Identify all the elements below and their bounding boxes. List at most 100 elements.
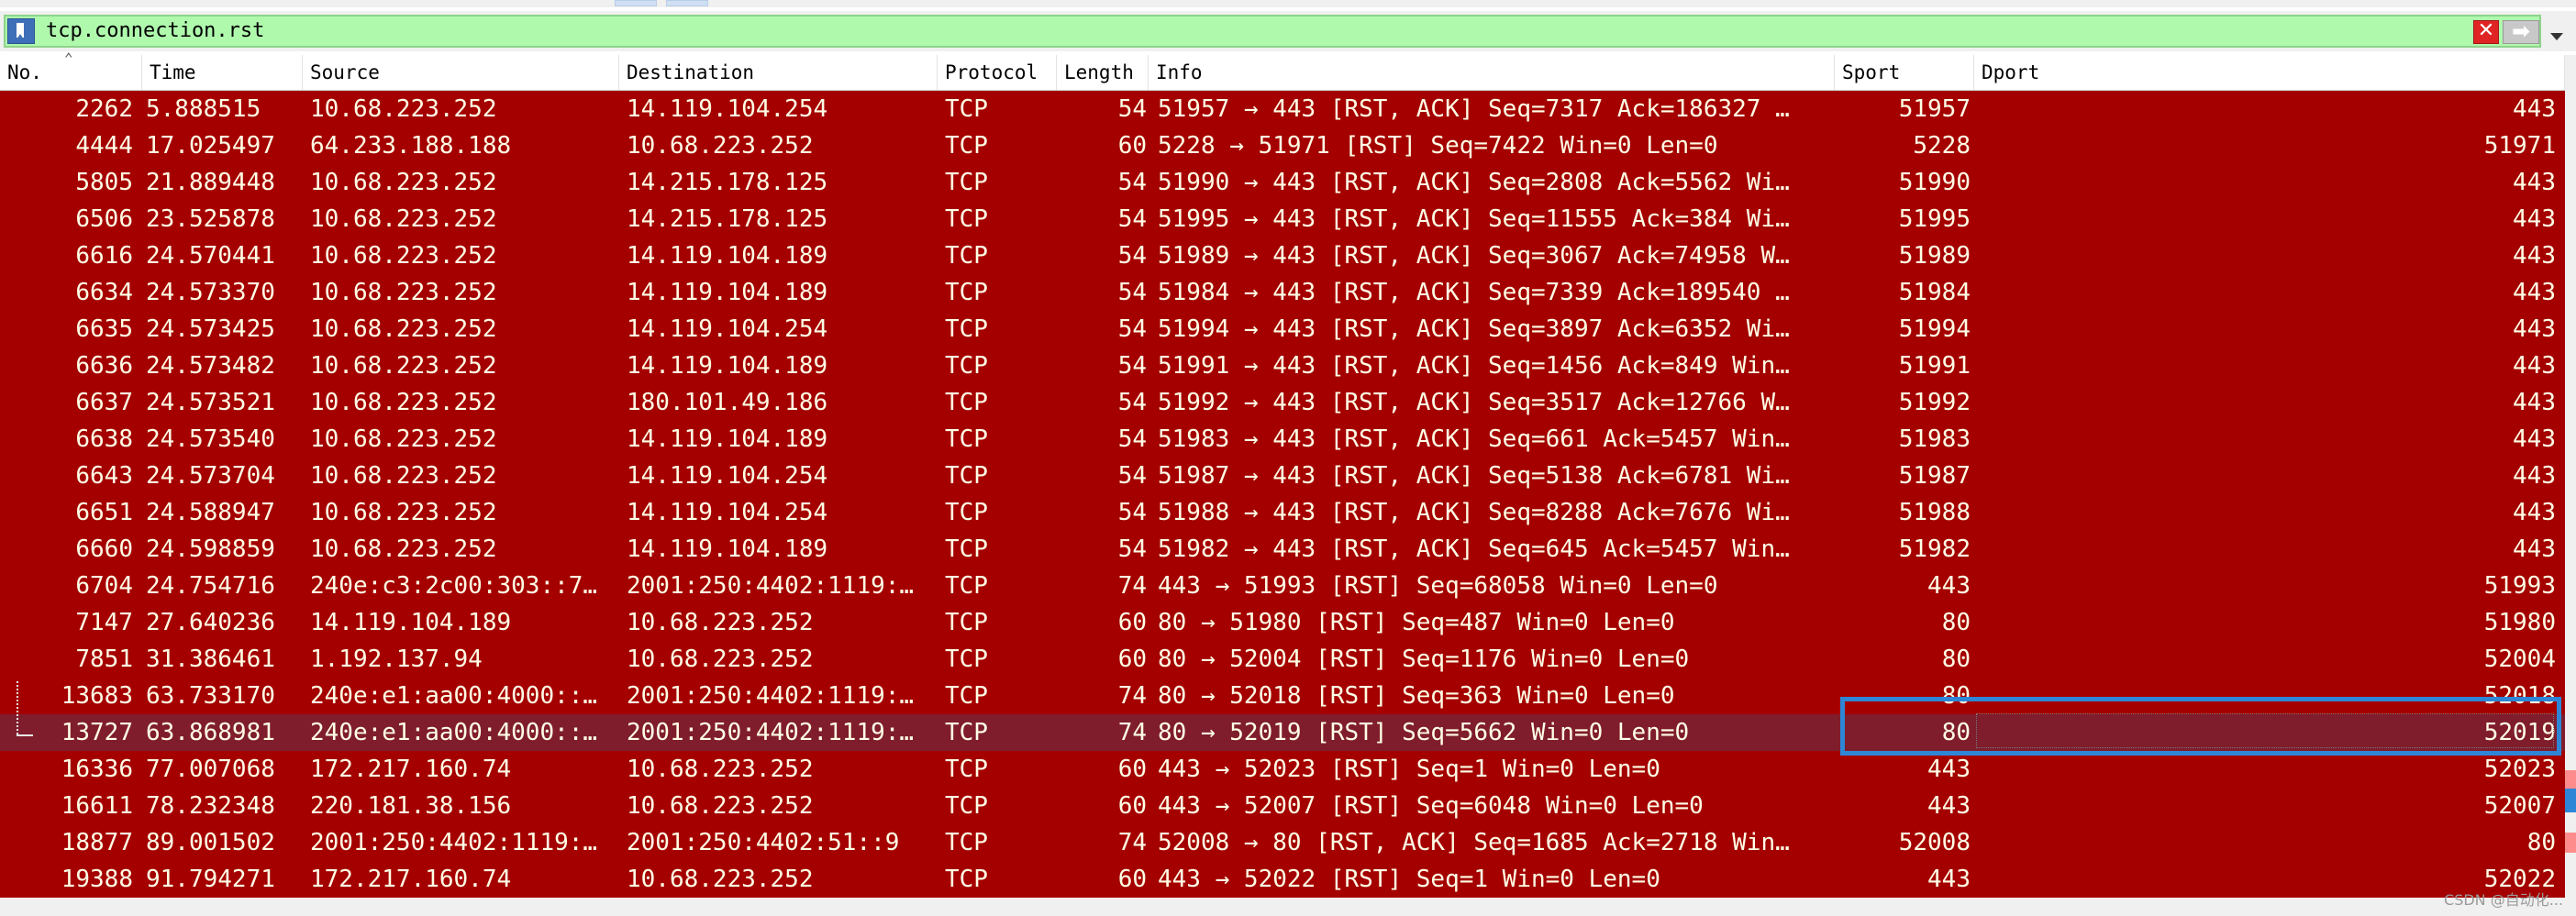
cell-info: 52008 → 80 [RST, ACK] Seq=1685 Ack=2718 … — [1158, 829, 1790, 856]
packet-row[interactable]: 2262 5.888515 10.68.223.252 14.119.104.254 T… — [0, 91, 2565, 127]
cell-time: 24.573482 — [146, 352, 275, 380]
filter-text[interactable]: tcp.connection.rst — [46, 17, 264, 46]
packet-row[interactable]: 16336 77.007068 172.217.160.74 10.68.223.25… — [0, 751, 2565, 788]
packet-row[interactable]: 6637 24.573521 10.68.223.252 180.101.49.186… — [0, 384, 2565, 421]
column-header-info[interactable]: Info — [1149, 55, 1835, 90]
cell-sport: 51991 — [1898, 352, 1971, 380]
cell-dport: 443 — [2513, 352, 2556, 380]
packet-row[interactable]: 6638 24.573540 10.68.223.252 14.119.104.189… — [0, 421, 2565, 458]
cell-info: 51990 → 443 [RST, ACK] Seq=2808 Ack=5562… — [1158, 169, 1790, 196]
cell-info: 51994 → 443 [RST, ACK] Seq=3897 Ack=6352… — [1158, 315, 1790, 343]
packet-row[interactable]: 6506 23.525878 10.68.223.252 14.215.178.125… — [0, 201, 2565, 237]
cell-dport: 51980 — [2483, 609, 2556, 636]
packet-row[interactable]: 5805 21.889448 10.68.223.252 14.215.178.125… — [0, 164, 2565, 201]
column-header-destination[interactable]: Destination — [619, 55, 938, 90]
cell-no: 6660 — [75, 535, 133, 563]
cell-destination: 14.119.104.189 — [627, 535, 828, 563]
packet-row[interactable]: 6636 24.573482 10.68.223.252 14.119.104.189… — [0, 348, 2565, 384]
column-header-source[interactable]: Source — [303, 55, 619, 90]
cell-info: 51987 → 443 [RST, ACK] Seq=5138 Ack=6781… — [1158, 462, 1790, 490]
cell-source: 10.68.223.252 — [310, 462, 497, 490]
cell-no: 16336 — [61, 756, 133, 783]
cell-time: 89.001502 — [146, 829, 275, 856]
packet-row[interactable]: 6643 24.573704 10.68.223.252 14.119.104.254… — [0, 458, 2565, 494]
column-header-length[interactable]: Length — [1057, 55, 1149, 90]
cell-length: 60 — [1117, 756, 1147, 783]
cell-time: 24.588947 — [146, 499, 275, 526]
cell-source: 10.68.223.252 — [310, 242, 497, 270]
cell-sport: 51992 — [1898, 389, 1971, 416]
packet-row[interactable]: 6616 24.570441 10.68.223.252 14.119.104.189… — [0, 237, 2565, 274]
packet-row[interactable]: 4444 17.025497 64.233.188.188 10.68.223.252… — [0, 127, 2565, 164]
packet-row[interactable]: 18877 89.001502 2001:250:4402:1119:… 2001:2… — [0, 824, 2565, 861]
bottom-scrollbar[interactable] — [0, 899, 2576, 916]
vertical-scrollbar[interactable] — [2565, 55, 2576, 908]
column-header-protocol[interactable]: Protocol — [938, 55, 1057, 90]
cell-source: 240e:e1:aa00:4000::… — [310, 682, 598, 710]
cell-length: 54 — [1117, 499, 1147, 526]
sort-ascending-icon: ⌃ — [64, 50, 73, 67]
cell-source: 240e:e1:aa00:4000::… — [310, 719, 598, 746]
cell-destination: 14.119.104.189 — [627, 425, 828, 453]
packet-row[interactable]: 7851 31.386461 1.192.137.94 10.68.223.252 TC… — [0, 641, 2565, 678]
cell-no: 16611 — [61, 792, 133, 820]
cell-destination: 10.68.223.252 — [627, 866, 814, 893]
cell-sport: 5228 — [1913, 132, 1971, 160]
cell-length: 54 — [1117, 315, 1147, 343]
cell-time: 5.888515 — [146, 95, 261, 123]
packet-row[interactable]: 16611 78.232348 220.181.38.156 10.68.223.25… — [0, 788, 2565, 824]
cell-time: 23.525878 — [146, 205, 275, 233]
filter-history-dropdown-icon[interactable] — [2550, 33, 2563, 40]
cell-source: 14.119.104.189 — [310, 609, 512, 636]
cell-destination: 10.68.223.252 — [627, 132, 814, 160]
cell-sport: 51982 — [1898, 535, 1971, 563]
cell-info: 51982 → 443 [RST, ACK] Seq=645 Ack=5457 … — [1158, 535, 1790, 563]
related-packet-indicator-end — [17, 734, 33, 736]
clear-filter-button[interactable]: ✕ — [2473, 20, 2499, 44]
cell-length: 54 — [1117, 205, 1147, 233]
cell-no: 13683 — [61, 682, 133, 710]
column-header-dport[interactable]: Dport — [1974, 55, 2565, 90]
cell-time: 27.640236 — [146, 609, 275, 636]
cell-no: 4444 — [75, 132, 133, 160]
packet-row[interactable]: 6651 24.588947 10.68.223.252 14.119.104.254… — [0, 494, 2565, 531]
packet-row[interactable]: 13683 63.733170 240e:e1:aa00:4000::… 2001:2… — [0, 678, 2565, 714]
cell-sport: 443 — [1927, 792, 1971, 820]
cell-dport: 443 — [2513, 535, 2556, 563]
cell-source: 10.68.223.252 — [310, 169, 497, 196]
cell-destination: 14.119.104.254 — [627, 462, 828, 490]
cell-source: 240e:c3:2c00:303::7… — [310, 572, 598, 600]
toolbar-tab[interactable] — [615, 0, 657, 6]
packet-row[interactable]: 6635 24.573425 10.68.223.252 14.119.104.254… — [0, 311, 2565, 348]
cell-dport: 443 — [2513, 425, 2556, 453]
display-filter-input[interactable]: tcp.connection.rst ✕ ➡ — [4, 15, 2541, 48]
packet-row[interactable]: 6660 24.598859 10.68.223.252 14.119.104.189… — [0, 531, 2565, 568]
cell-protocol: TCP — [945, 315, 988, 343]
cell-no: 6634 — [75, 279, 133, 306]
column-header-time[interactable]: Time — [142, 55, 303, 90]
cell-length: 60 — [1117, 866, 1147, 893]
packet-row[interactable]: 7147 27.640236 14.119.104.189 10.68.223.252… — [0, 604, 2565, 641]
cell-destination: 14.215.178.125 — [627, 169, 828, 196]
cell-dport: 52004 — [2483, 646, 2556, 673]
cell-length: 60 — [1117, 609, 1147, 636]
cell-protocol: TCP — [945, 242, 988, 270]
cell-length: 54 — [1117, 95, 1147, 123]
filter-bookmark-icon[interactable] — [7, 18, 35, 44]
cell-time: 17.025497 — [146, 132, 275, 160]
cell-protocol: TCP — [945, 682, 988, 710]
packet-row[interactable]: 6704 24.754716 240e:c3:2c00:303::7… 2001:25… — [0, 568, 2565, 604]
packet-row[interactable]: 6634 24.573370 10.68.223.252 14.119.104.189… — [0, 274, 2565, 311]
apply-filter-button[interactable]: ➡ — [2503, 20, 2539, 44]
cell-time: 24.573704 — [146, 462, 275, 490]
packet-row[interactable]: 19388 91.794271 172.217.160.74 10.68.223.25… — [0, 861, 2565, 898]
column-header-sport[interactable]: Sport — [1835, 55, 1974, 90]
cell-sport: 51990 — [1898, 169, 1971, 196]
cell-info: 443 → 52022 [RST] Seq=1 Win=0 Len=0 — [1158, 866, 1660, 893]
cell-no: 6637 — [75, 389, 133, 416]
cell-length: 54 — [1117, 535, 1147, 563]
cell-dport: 443 — [2513, 279, 2556, 306]
toolbar-tab[interactable] — [666, 0, 708, 6]
cell-destination: 10.68.223.252 — [627, 792, 814, 820]
cell-dport: 51993 — [2483, 572, 2556, 600]
